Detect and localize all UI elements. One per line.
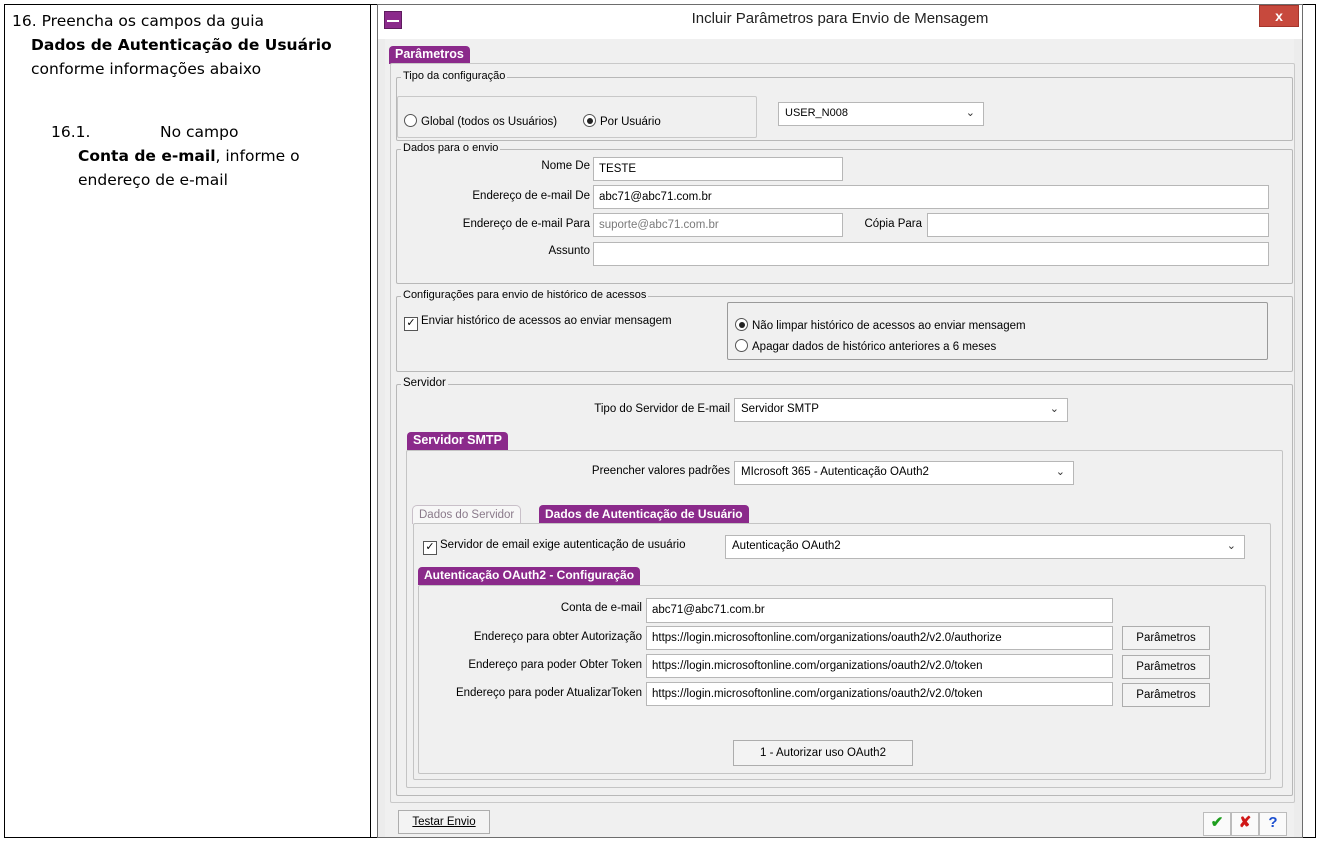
substep-continuation: Conta de e-mail, informe o endereço de e… bbox=[78, 144, 368, 192]
assunto-label: Assunto bbox=[548, 245, 590, 257]
tab-servidor-smtp[interactable]: Servidor SMTP bbox=[407, 432, 508, 450]
step-number: 16. bbox=[12, 12, 37, 30]
auth-type-value: Autenticação OAuth2 bbox=[732, 540, 841, 552]
step-text: Preencha os campos da guia bbox=[41, 12, 265, 30]
tab-dados-servidor[interactable]: Dados do Servidor bbox=[412, 505, 522, 524]
chevron-down-icon: ⌄ bbox=[1226, 540, 1236, 552]
radio-nao-limpar-label: Não limpar histórico de acessos ao envia… bbox=[752, 320, 1026, 332]
radio-nao-limpar-circle[interactable] bbox=[735, 318, 748, 331]
obter-token-label: Endereço para poder Obter Token bbox=[468, 659, 642, 671]
atualizar-token-input[interactable]: https://login.microsoftonline.com/organi… bbox=[646, 682, 1113, 706]
table-divider bbox=[370, 4, 371, 838]
email-para-input[interactable]: suporte@abc71.com.br bbox=[593, 213, 843, 237]
enviar-historico-label: Enviar histórico de acessos ao enviar me… bbox=[421, 315, 672, 327]
enviar-historico-checkbox[interactable]: ✓ Enviar histórico de acessos ao enviar m… bbox=[404, 315, 672, 331]
user-select-value: USER_N008 bbox=[785, 107, 848, 119]
conta-email-input[interactable]: abc71@abc71.com.br bbox=[646, 598, 1113, 623]
atualizar-token-label: Endereço para poder AtualizarToken bbox=[455, 687, 642, 699]
x-icon[interactable]: ✘ bbox=[1231, 812, 1259, 836]
step-text-after: conforme informações abaixo bbox=[31, 60, 262, 78]
check-icon[interactable]: ✓ bbox=[404, 317, 418, 331]
tab-dados-autenticacao[interactable]: Dados de Autenticação de Usuário bbox=[539, 505, 749, 524]
tab-parametros[interactable]: Parâmetros bbox=[389, 46, 470, 64]
preencher-select[interactable]: MIcrosoft 365 - Autenticação OAuth2 ⌄ bbox=[734, 461, 1074, 485]
servidor-legend: Servidor bbox=[401, 377, 448, 389]
parametros-autorizacao-button[interactable]: Parâmetros bbox=[1122, 626, 1210, 650]
email-de-label: Endereço de e-mail De bbox=[472, 190, 590, 202]
dialog-action-icons: ✔ ✘ ? bbox=[1203, 812, 1287, 836]
conta-email-label: Conta de e-mail bbox=[560, 602, 642, 614]
radio-nao-limpar[interactable]: Não limpar histórico de acessos ao envia… bbox=[735, 318, 1026, 332]
chevron-down-icon: ⌄ bbox=[965, 107, 975, 119]
radio-por-usuario[interactable]: Por Usuário bbox=[583, 114, 661, 128]
radio-global[interactable]: Global (todos os Usuários) bbox=[404, 114, 557, 128]
instruction-step-16-body: Dados de Autenticação de Usuário conform… bbox=[31, 33, 361, 81]
help-icon[interactable]: ? bbox=[1259, 812, 1287, 836]
radio-por-usuario-circle[interactable] bbox=[583, 114, 596, 127]
radio-global-label: Global (todos os Usuários) bbox=[421, 116, 558, 128]
nome-de-input[interactable]: TESTE bbox=[593, 157, 843, 181]
email-para-label: Endereço de e-mail Para bbox=[462, 218, 590, 230]
radio-global-circle[interactable] bbox=[404, 114, 417, 127]
autorizacao-input[interactable]: https://login.microsoftonline.com/organi… bbox=[646, 626, 1113, 650]
tipo-config-legend: Tipo da configuração bbox=[401, 70, 508, 82]
radio-apagar-circle[interactable] bbox=[735, 339, 748, 352]
obter-token-input[interactable]: https://login.microsoftonline.com/organi… bbox=[646, 654, 1113, 678]
email-de-input[interactable]: abc71@abc71.com.br bbox=[593, 185, 1269, 209]
check-icon[interactable]: ✔ bbox=[1203, 812, 1231, 836]
parametros-atualizar-token-button[interactable]: Parâmetros bbox=[1122, 683, 1210, 707]
window-title: Incluir Parâmetros para Envio de Mensage… bbox=[691, 10, 989, 27]
assunto-input[interactable] bbox=[593, 242, 1269, 266]
preencher-value: MIcrosoft 365 - Autenticação OAuth2 bbox=[741, 466, 929, 478]
exige-autenticacao-label: Servidor de email exige autenticação de … bbox=[440, 539, 686, 551]
radio-apagar-label: Apagar dados de histórico anteriores a 6… bbox=[752, 341, 997, 353]
parametros-obter-token-button[interactable]: Parâmetros bbox=[1122, 655, 1210, 679]
tipo-servidor-label: Tipo do Servidor de E-mail bbox=[594, 403, 730, 415]
testar-envio-button[interactable]: Testar Envio bbox=[398, 810, 490, 834]
tipo-servidor-select[interactable]: Servidor SMTP ⌄ bbox=[734, 398, 1068, 422]
radio-por-usuario-label: Por Usuário bbox=[600, 116, 661, 128]
tipo-servidor-value: Servidor SMTP bbox=[741, 403, 819, 415]
copia-para-input[interactable] bbox=[927, 213, 1269, 237]
copia-para-label: Cópia Para bbox=[864, 218, 922, 230]
close-button[interactable]: x bbox=[1259, 5, 1299, 27]
nome-de-label: Nome De bbox=[541, 160, 590, 172]
autorizacao-label: Endereço para obter Autorização bbox=[473, 631, 642, 643]
tab-oauth-config[interactable]: Autenticação OAuth2 - Configuração bbox=[418, 567, 641, 585]
dados-envio-legend: Dados para o envio bbox=[401, 142, 501, 154]
auth-type-select[interactable]: Autenticação OAuth2 ⌄ bbox=[725, 535, 1245, 559]
user-select[interactable]: USER_N008 ⌄ bbox=[778, 102, 984, 126]
check-icon[interactable]: ✓ bbox=[423, 541, 437, 555]
chevron-down-icon: ⌄ bbox=[1049, 403, 1059, 415]
instruction-step-16: 16. Preencha os campos da guia bbox=[12, 9, 366, 33]
substep-bold-text: Conta de e-mail bbox=[78, 147, 216, 165]
radio-apagar[interactable]: Apagar dados de histórico anteriores a 6… bbox=[735, 339, 996, 353]
exige-autenticacao-checkbox[interactable]: ✓ Servidor de email exige autenticação de… bbox=[423, 539, 685, 555]
chevron-down-icon: ⌄ bbox=[1055, 466, 1065, 478]
step-bold-text: Dados de Autenticação de Usuário bbox=[31, 36, 332, 54]
historico-legend: Configurações para envio de histórico de… bbox=[401, 289, 649, 301]
autorizar-oauth-button[interactable]: 1 - Autorizar uso OAuth2 bbox=[733, 740, 913, 766]
preencher-label: Preencher valores padrões bbox=[591, 465, 730, 477]
